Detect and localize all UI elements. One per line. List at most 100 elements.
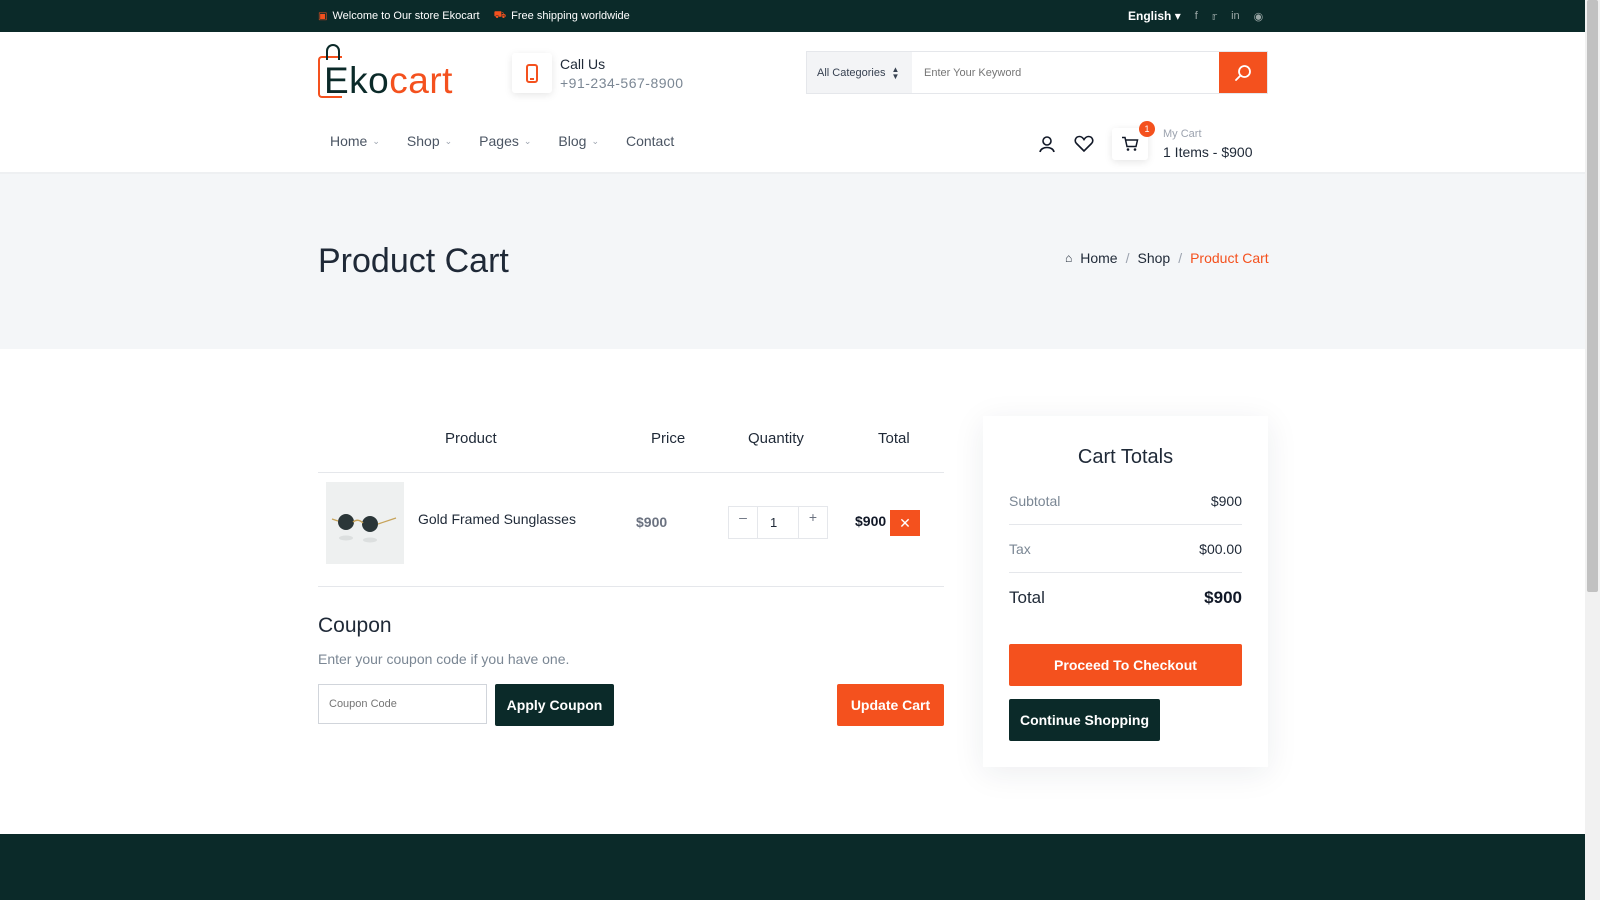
decrease-quantity-button[interactable]: –	[729, 507, 758, 538]
total-label: Total	[1009, 588, 1045, 607]
top-bar-left: ▣ Welcome to Our store Ekocart ⛟ Free sh…	[318, 0, 630, 32]
linkedin-icon[interactable]: in	[1231, 10, 1240, 22]
product-name[interactable]: Gold Framed Sunglasses	[418, 511, 576, 527]
logo-text: Ekocart	[324, 60, 453, 102]
nav-shop-label: Shop	[406, 133, 440, 149]
total-value: $900	[1204, 588, 1242, 607]
language-label: English	[1128, 9, 1172, 23]
language-dropdown[interactable]: English ▾	[1128, 9, 1181, 23]
close-icon: ✕	[899, 514, 911, 531]
remove-item-button[interactable]: ✕	[890, 510, 920, 536]
chevron-down-icon: ⌄	[523, 135, 532, 146]
cart-totals-card: Cart Totals Subtotal $900 Tax $00.00 Tot…	[983, 416, 1268, 767]
instagram-icon[interactable]: ◉	[1254, 10, 1264, 23]
nav-shop[interactable]: Shop ⌄	[407, 133, 452, 149]
store-icon: ▣	[318, 10, 328, 22]
page-scrollbar[interactable]	[1585, 0, 1600, 900]
heart-icon[interactable]	[1074, 135, 1094, 153]
table-row-divider	[318, 586, 944, 587]
coupon-code-input[interactable]	[318, 684, 487, 724]
coupon-heading: Coupon	[318, 614, 392, 637]
nav-blog-label: Blog	[558, 133, 587, 149]
total-row: Total $900	[1009, 588, 1242, 608]
product-price: $900	[636, 514, 668, 530]
caret-down-icon: ▾	[1174, 9, 1181, 23]
phone-number[interactable]: +91-234-567-8900	[560, 75, 684, 91]
cart-button[interactable]: 1	[1112, 121, 1155, 160]
facebook-icon[interactable]: f	[1195, 10, 1198, 22]
increase-quantity-button[interactable]: +	[798, 507, 827, 538]
category-select[interactable]: All Categories ▲ ▼	[807, 52, 912, 93]
ekocart-logo[interactable]: Ekocart	[318, 44, 454, 102]
shipping-text: Free shipping worldwide	[511, 10, 630, 22]
home-icon: ⌂	[1065, 251, 1073, 265]
search-icon	[1235, 64, 1251, 81]
category-value: All Categories	[817, 66, 886, 79]
quantity-stepper: – 1 +	[728, 506, 828, 539]
search-button[interactable]	[1219, 52, 1267, 93]
apply-coupon-button[interactable]: Apply Coupon	[495, 684, 614, 726]
bag-handle-icon	[326, 44, 340, 60]
header-actions: 1	[1038, 121, 1155, 160]
nav-home[interactable]: Home ⌄	[330, 133, 380, 149]
chevron-down-icon: ⌄	[372, 135, 380, 146]
user-icon[interactable]	[1038, 135, 1056, 153]
page-title: Product Cart	[318, 242, 509, 280]
main-nav: Home ⌄ Shop ⌄ Pages ⌄ Blog ⌄ Contact	[330, 133, 674, 149]
shipping-message: ⛟ Free shipping worldwide	[494, 10, 630, 23]
call-us-label: Call Us	[560, 55, 606, 72]
cart-icon	[1122, 136, 1139, 151]
subtotal-label: Subtotal	[1009, 493, 1061, 509]
call-us-block: Call Us +91-234-567-8900	[512, 53, 684, 93]
breadcrumb-home[interactable]: Home	[1080, 250, 1117, 266]
update-cart-button[interactable]: Update Cart	[837, 684, 944, 726]
top-bar-right: English ▾ f 𝕣 in ◉	[1128, 0, 1263, 32]
product-total: $900	[855, 513, 887, 529]
phone-icon	[512, 53, 552, 93]
logo-text-cart: cart	[389, 60, 453, 101]
column-header-product: Product	[445, 430, 497, 447]
chevron-down-icon: ⌄	[591, 135, 599, 146]
tax-value: $00.00	[1199, 541, 1242, 557]
totals-divider	[1009, 524, 1242, 525]
cart-totals-heading: Cart Totals	[1077, 446, 1174, 468]
nav-pages[interactable]: Pages ⌄	[479, 133, 531, 149]
breadcrumb-current: Product Cart	[1190, 250, 1269, 266]
logo-text-eko: Eko	[324, 60, 390, 101]
quantity-input[interactable]: 1	[758, 507, 798, 538]
proceed-to-checkout-button[interactable]: Proceed To Checkout	[1009, 644, 1242, 686]
my-cart-total: 1 Items - $900	[1163, 144, 1253, 160]
my-cart-label: My Cart	[1163, 128, 1202, 140]
table-header-divider	[318, 472, 944, 473]
tax-label: Tax	[1009, 541, 1031, 557]
breadcrumb-shop[interactable]: Shop	[1138, 250, 1171, 266]
nav-blog[interactable]: Blog ⌄	[558, 133, 599, 149]
sunglasses-image	[326, 482, 404, 564]
subtotal-row: Subtotal $900	[1009, 493, 1242, 509]
column-header-price: Price	[651, 430, 686, 447]
sort-arrows-icon: ▲ ▼	[891, 64, 900, 81]
search-bar: All Categories ▲ ▼	[806, 51, 1268, 94]
column-header-quantity: Quantity	[748, 430, 804, 447]
tax-row: Tax $00.00	[1009, 541, 1242, 557]
continue-shopping-button[interactable]: Continue Shopping	[1009, 699, 1160, 741]
footer	[0, 834, 1585, 900]
nav-contact[interactable]: Contact	[626, 133, 674, 149]
welcome-message: ▣ Welcome to Our store Ekocart	[318, 10, 480, 22]
nav-home-label: Home	[330, 133, 368, 149]
scrollbar-thumb[interactable]	[1587, 0, 1598, 592]
nav-pages-label: Pages	[479, 133, 519, 149]
truck-icon: ⛟	[493, 9, 507, 21]
my-cart-summary[interactable]: My Cart 1 Items - $900	[1163, 128, 1253, 160]
breadcrumb-separator: /	[1125, 250, 1130, 266]
product-thumbnail[interactable]	[326, 482, 404, 564]
chevron-down-icon: ⌄	[444, 135, 453, 146]
top-bar: ▣ Welcome to Our store Ekocart ⛟ Free sh…	[0, 0, 1585, 32]
coupon-description: Enter your coupon code if you have one.	[318, 651, 570, 667]
page-title-banner: Product Cart ⌂ Home / Shop / Product Car…	[0, 174, 1585, 349]
subtotal-value: $900	[1210, 493, 1242, 509]
search-input[interactable]	[912, 52, 1219, 93]
breadcrumb: ⌂ Home / Shop / Product Cart	[1065, 250, 1269, 266]
twitter-icon[interactable]: 𝕣	[1212, 10, 1217, 23]
cart-count-badge: 1	[1139, 121, 1155, 137]
